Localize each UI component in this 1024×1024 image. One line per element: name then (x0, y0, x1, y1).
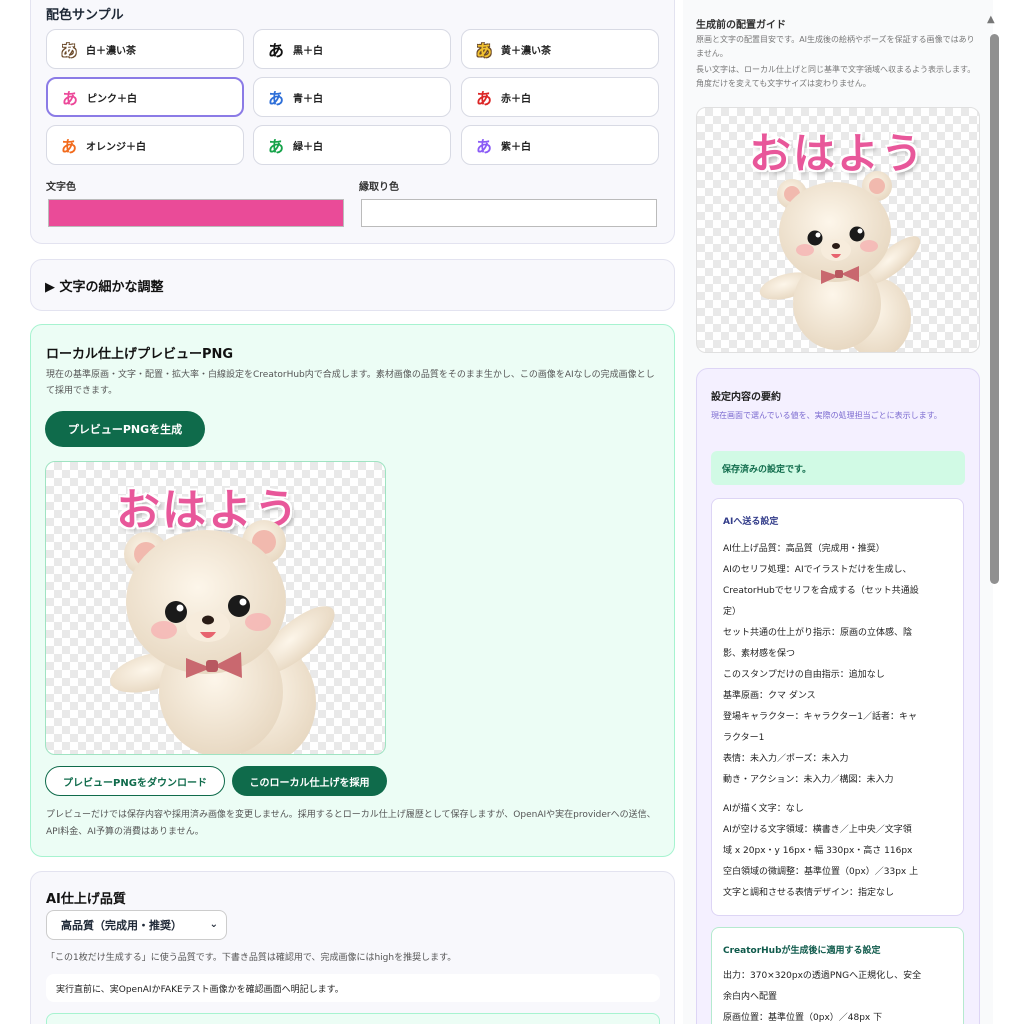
stroke-color-picker[interactable] (361, 199, 657, 227)
local-preview-title: ローカル仕上げプレビューPNG (46, 347, 234, 362)
creatorhub-settings-box: CreatorHubが生成後に適用する設定 出力：370×320pxの透過PNG… (711, 927, 964, 1024)
bear-illustration (759, 171, 921, 352)
text-color-label: 文字色 (46, 182, 76, 193)
local-preview-desc: 現在の基準原画・文字・配置・拡大率・白線設定をCreatorHub内で合成します… (46, 370, 655, 396)
color-sample-title: 配色サンプル (46, 8, 124, 23)
ai-quality-title: AI仕上げ品質 (46, 892, 126, 907)
guide-desc-1: 原画と文字の配置目安です。AI生成後の絵柄やポーズを保証する画像ではありません。 (696, 35, 975, 58)
summary-title: 設定内容の要約 (711, 392, 781, 403)
swatch-option[interactable]: あ紫＋白 (461, 125, 659, 165)
summary-line: 原画位置：基準位置（0px）／48px 下 (723, 1013, 883, 1023)
ai-settings-box: AIへ送る設定 AI仕上げ品質：高品質（完成用・推奨） AIのセリフ処理：AIでイ… (711, 498, 964, 916)
swatch-glyph: あ (60, 41, 77, 60)
color-sample-card: 配色サンプル あ白＋濃い茶あ黒＋白あ黄＋濃い茶あピンク＋白あ青＋白あ赤＋白あオレ… (30, 0, 675, 244)
chevron-down-icon: ⌄ (209, 919, 218, 930)
download-preview-button[interactable]: プレビューPNGをダウンロード (45, 766, 225, 796)
summary-line: 余白内へ配置 (723, 992, 778, 1002)
bear-illustration (110, 520, 335, 754)
ai-settings-body: AI仕上げ品質：高品質（完成用・推奨） AIのセリフ処理：AIでイラストだけを生成… (723, 539, 959, 904)
summary-line: 基準原画：クマ ダンス (723, 691, 816, 701)
swatch-glyph: あ (60, 137, 77, 156)
summary-line: 動き・アクション：未入力／構図：未入力 (723, 775, 894, 785)
creatorhub-settings-body: 出力：370×320pxの透過PNGへ正規化し、安全 余白内へ配置原画位置：基準位… (723, 966, 959, 1024)
generate-preview-button[interactable]: プレビューPNGを生成 (45, 411, 205, 447)
adopt-local-button[interactable]: このローカル仕上げを採用 (232, 766, 387, 796)
text-adjust-toggle[interactable]: ▶ 文字の細かな調整 (30, 259, 675, 311)
summary-line: AIが描く文字：なし (723, 804, 804, 814)
guide-desc-2: 長い文字は、ローカル仕上げと同じ基準で文字領域へ収まるよう表示します。角度だけを… (696, 65, 976, 88)
swatch-option[interactable]: あ白＋濃い茶 (46, 29, 244, 69)
summary-line: 文字と調和させる表情デザイン：指定なし (723, 888, 895, 898)
guide-title: 生成前の配置ガイド (696, 20, 786, 31)
stroke-color-label: 縁取り色 (359, 182, 399, 193)
swatch-option[interactable]: あ緑＋白 (253, 125, 451, 165)
swatch-option[interactable]: あ黒＋白 (253, 29, 451, 69)
text-adjust-title: ▶ 文字の細かな調整 (45, 280, 164, 295)
swatch-glyph: あ (267, 41, 284, 60)
summary-line: 影、素材感を保つ (723, 649, 796, 659)
ai-quality-selected: 高品質（完成用・推奨） (61, 919, 182, 932)
summary-line: 表情：未入力／ポーズ：未入力 (723, 754, 849, 764)
summary-line: AI仕上げ品質：高品質（完成用・推奨） (723, 544, 885, 554)
swatch-glyph: あ (61, 89, 78, 108)
local-preview-note: プレビューだけでは保存内容や採用済み画像を変更しません。採用するとローカル仕上げ… (46, 810, 656, 837)
summary-line: 空白領域の微調整：基準位置（0px）／33px 上 (723, 867, 919, 877)
swatch-glyph: あ (267, 89, 284, 108)
ai-quality-next-panel (46, 1013, 660, 1024)
swatch-label: 青＋白 (293, 93, 323, 105)
summary-desc: 現在画面で選んでいる値を、実際の処理担当ごとに表示します。 (711, 411, 942, 420)
preview-image: おはよう (45, 461, 386, 755)
swatch-glyph: あ (475, 137, 492, 156)
ai-quality-note: 実行直前に、実OpenAIかFAKEテスト画像かを確認画面へ明記します。 (46, 974, 660, 1002)
swatch-option[interactable]: あピンク＋白 (46, 77, 244, 117)
guide-desc: 原画と文字の配置目安です。AI生成後の絵柄やポーズを保証する画像ではありません。… (696, 33, 979, 91)
swatch-label: 黒＋白 (293, 45, 323, 57)
scrollbar-thumb[interactable] (990, 34, 999, 584)
swatch-label: 紫＋白 (501, 141, 531, 153)
summary-line: このスタンプだけの自由指示：追加なし (723, 670, 885, 680)
ai-settings-title: AIへ送る設定 (723, 517, 779, 527)
summary-line: ラクター1 (723, 733, 765, 743)
saved-status-badge: 保存済みの設定です。 (711, 451, 965, 485)
ai-quality-desc: 「この1枚だけ生成する」に使う品質です。下書き品質は確認用で、完成画像にはhig… (46, 953, 457, 963)
summary-line: AIが空ける文字領域：横書き／上中央／文字領 (723, 825, 912, 835)
swatch-label: 赤＋白 (501, 93, 531, 105)
swatch-glyph: あ (475, 41, 492, 60)
guide-image: おはよう (696, 107, 980, 353)
ai-quality-select[interactable]: 高品質（完成用・推奨） ⌄ (46, 910, 227, 940)
settings-summary: 設定内容の要約 現在画面で選んでいる値を、実際の処理担当ごとに表示します。 保存… (696, 368, 980, 1024)
creatorhub-settings-title: CreatorHubが生成後に適用する設定 (723, 946, 881, 956)
swatch-option[interactable]: あ青＋白 (253, 77, 451, 117)
swatch-option[interactable]: あ黄＋濃い茶 (461, 29, 659, 69)
swatch-label: ピンク＋白 (87, 93, 137, 105)
sidebar: 生成前の配置ガイド 原画と文字の配置目安です。AI生成後の絵柄やポーズを保証する… (683, 0, 993, 1024)
summary-line: 出力：370×320pxの透過PNGへ正規化し、安全 (723, 971, 922, 981)
summary-line: セット共通の仕上がり指示：原画の立体感、陰 (723, 628, 913, 638)
ai-quality-card: AI仕上げ品質 高品質（完成用・推奨） ⌄ 「この1枚だけ生成する」に使う品質で… (30, 871, 675, 1024)
swatch-label: 黄＋濃い茶 (501, 45, 551, 57)
swatch-option[interactable]: あオレンジ＋白 (46, 125, 244, 165)
swatch-label: 白＋濃い茶 (86, 45, 136, 57)
summary-line: CreatorHubでセリフを合成する（セット共通設 (723, 586, 919, 596)
swatch-glyph: あ (267, 137, 284, 156)
local-preview-card: ローカル仕上げプレビューPNG 現在の基準原画・文字・配置・拡大率・白線設定をC… (30, 324, 675, 857)
swatch-option[interactable]: あ赤＋白 (461, 77, 659, 117)
summary-line: 定） (723, 607, 742, 617)
summary-line: AIのセリフ処理：AIでイラストだけを生成し、 (723, 565, 912, 575)
swatch-label: 緑＋白 (293, 141, 323, 153)
scroll-up-icon[interactable]: ▲ (987, 14, 995, 25)
text-color-picker[interactable] (48, 199, 344, 227)
summary-line: 域 x 20px・y 16px・幅 330px・高さ 116px (723, 846, 913, 856)
swatch-glyph: あ (475, 89, 492, 108)
summary-line: 登場キャラクター：キャラクター1／話者：キャ (723, 712, 918, 722)
swatch-label: オレンジ＋白 (86, 141, 146, 153)
